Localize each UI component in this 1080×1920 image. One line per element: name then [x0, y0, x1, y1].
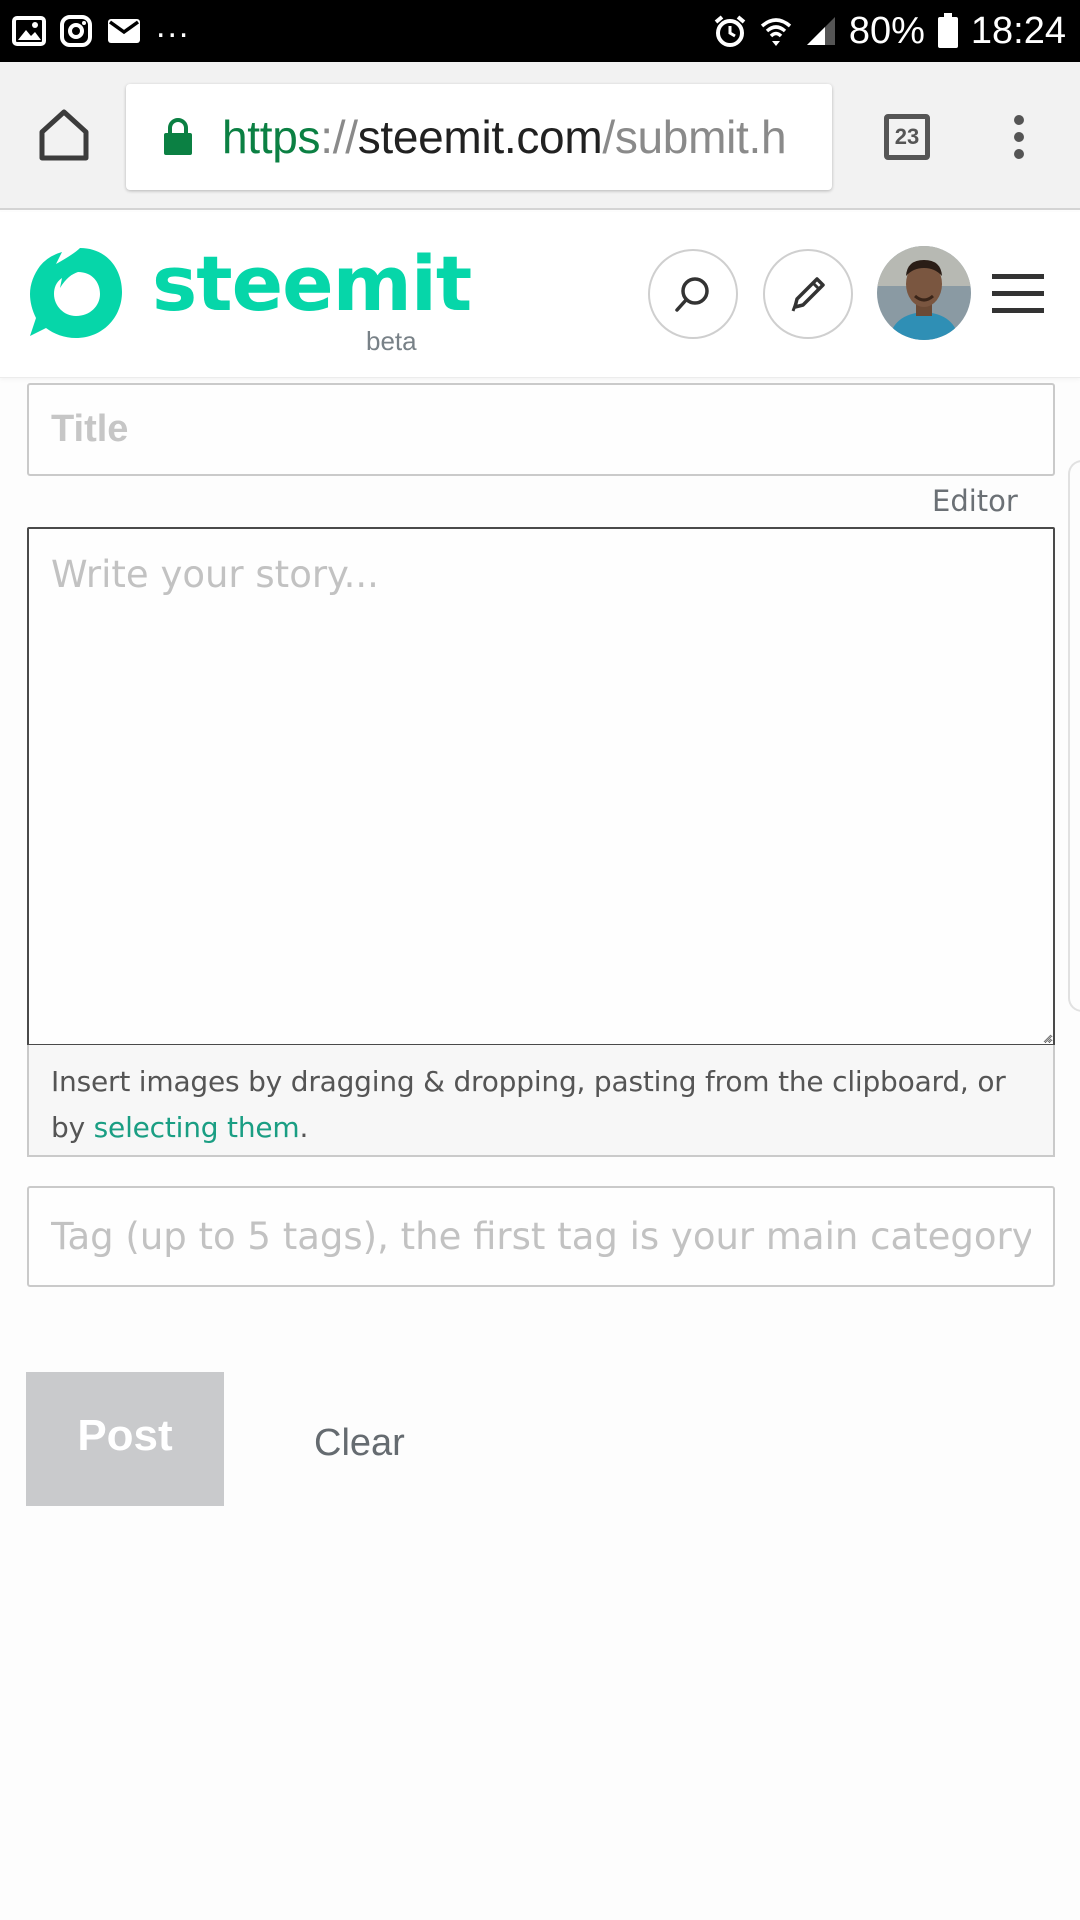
address-bar[interactable]: https://steemit.com/submit.h: [126, 84, 832, 190]
notification-icons: ...: [12, 9, 204, 47]
hamburger-menu-icon[interactable]: [990, 270, 1046, 318]
site-header: steemit beta: [0, 212, 1080, 378]
url-text: https://steemit.com/submit.h: [222, 110, 787, 164]
resize-grip-icon[interactable]: [1042, 1033, 1052, 1043]
avatar-image: [877, 246, 971, 340]
tags-input[interactable]: [27, 1186, 1055, 1287]
lock-icon: [164, 118, 192, 155]
status-bar: ... 80% 18:24: [0, 0, 1080, 62]
instagram-icon: [60, 15, 92, 47]
battery-icon: [937, 13, 958, 48]
home-icon[interactable]: [34, 104, 94, 164]
wifi-icon: [760, 18, 791, 46]
clear-button[interactable]: Clear: [314, 1422, 405, 1465]
image-upload-hint: Insert images by dragging & dropping, pa…: [27, 1045, 1055, 1157]
post-button[interactable]: Post: [26, 1372, 224, 1506]
editor-toggle-link[interactable]: Editor: [932, 484, 1018, 518]
select-images-link[interactable]: selecting them: [94, 1111, 300, 1144]
browser-menu-icon[interactable]: [1004, 114, 1034, 160]
steemit-logo-icon[interactable]: [26, 244, 124, 344]
upload-hint-period: .: [299, 1111, 309, 1144]
mail-icon: [108, 19, 140, 43]
browser-toolbar: https://steemit.com/submit.h 23: [0, 62, 1080, 210]
pencil-icon: [791, 277, 825, 312]
search-button[interactable]: [648, 249, 738, 339]
side-panel-edge: [1068, 460, 1080, 1012]
user-avatar[interactable]: [877, 246, 971, 340]
story-textarea[interactable]: [27, 527, 1055, 1045]
alarm-icon: [714, 15, 746, 47]
more-notifications-indicator: ...: [156, 7, 191, 45]
title-input[interactable]: [27, 383, 1055, 476]
url-path: /submit.h: [602, 111, 787, 163]
write-post-button[interactable]: [763, 249, 853, 339]
cell-signal-icon: [806, 17, 835, 45]
battery-percentage: 80%: [848, 9, 925, 52]
url-host: steemit.com: [357, 111, 603, 163]
gallery-icon: [12, 16, 46, 46]
system-icons: 80% 18:24: [701, 10, 1066, 53]
beta-label: beta: [366, 326, 417, 356]
tab-switcher-button[interactable]: 23: [884, 114, 930, 160]
search-icon: [675, 277, 709, 312]
steemit-wordmark[interactable]: steemit: [152, 246, 472, 322]
clock: 18:24: [970, 9, 1066, 52]
url-scheme: https: [222, 111, 321, 163]
url-separator: ://: [320, 111, 358, 163]
